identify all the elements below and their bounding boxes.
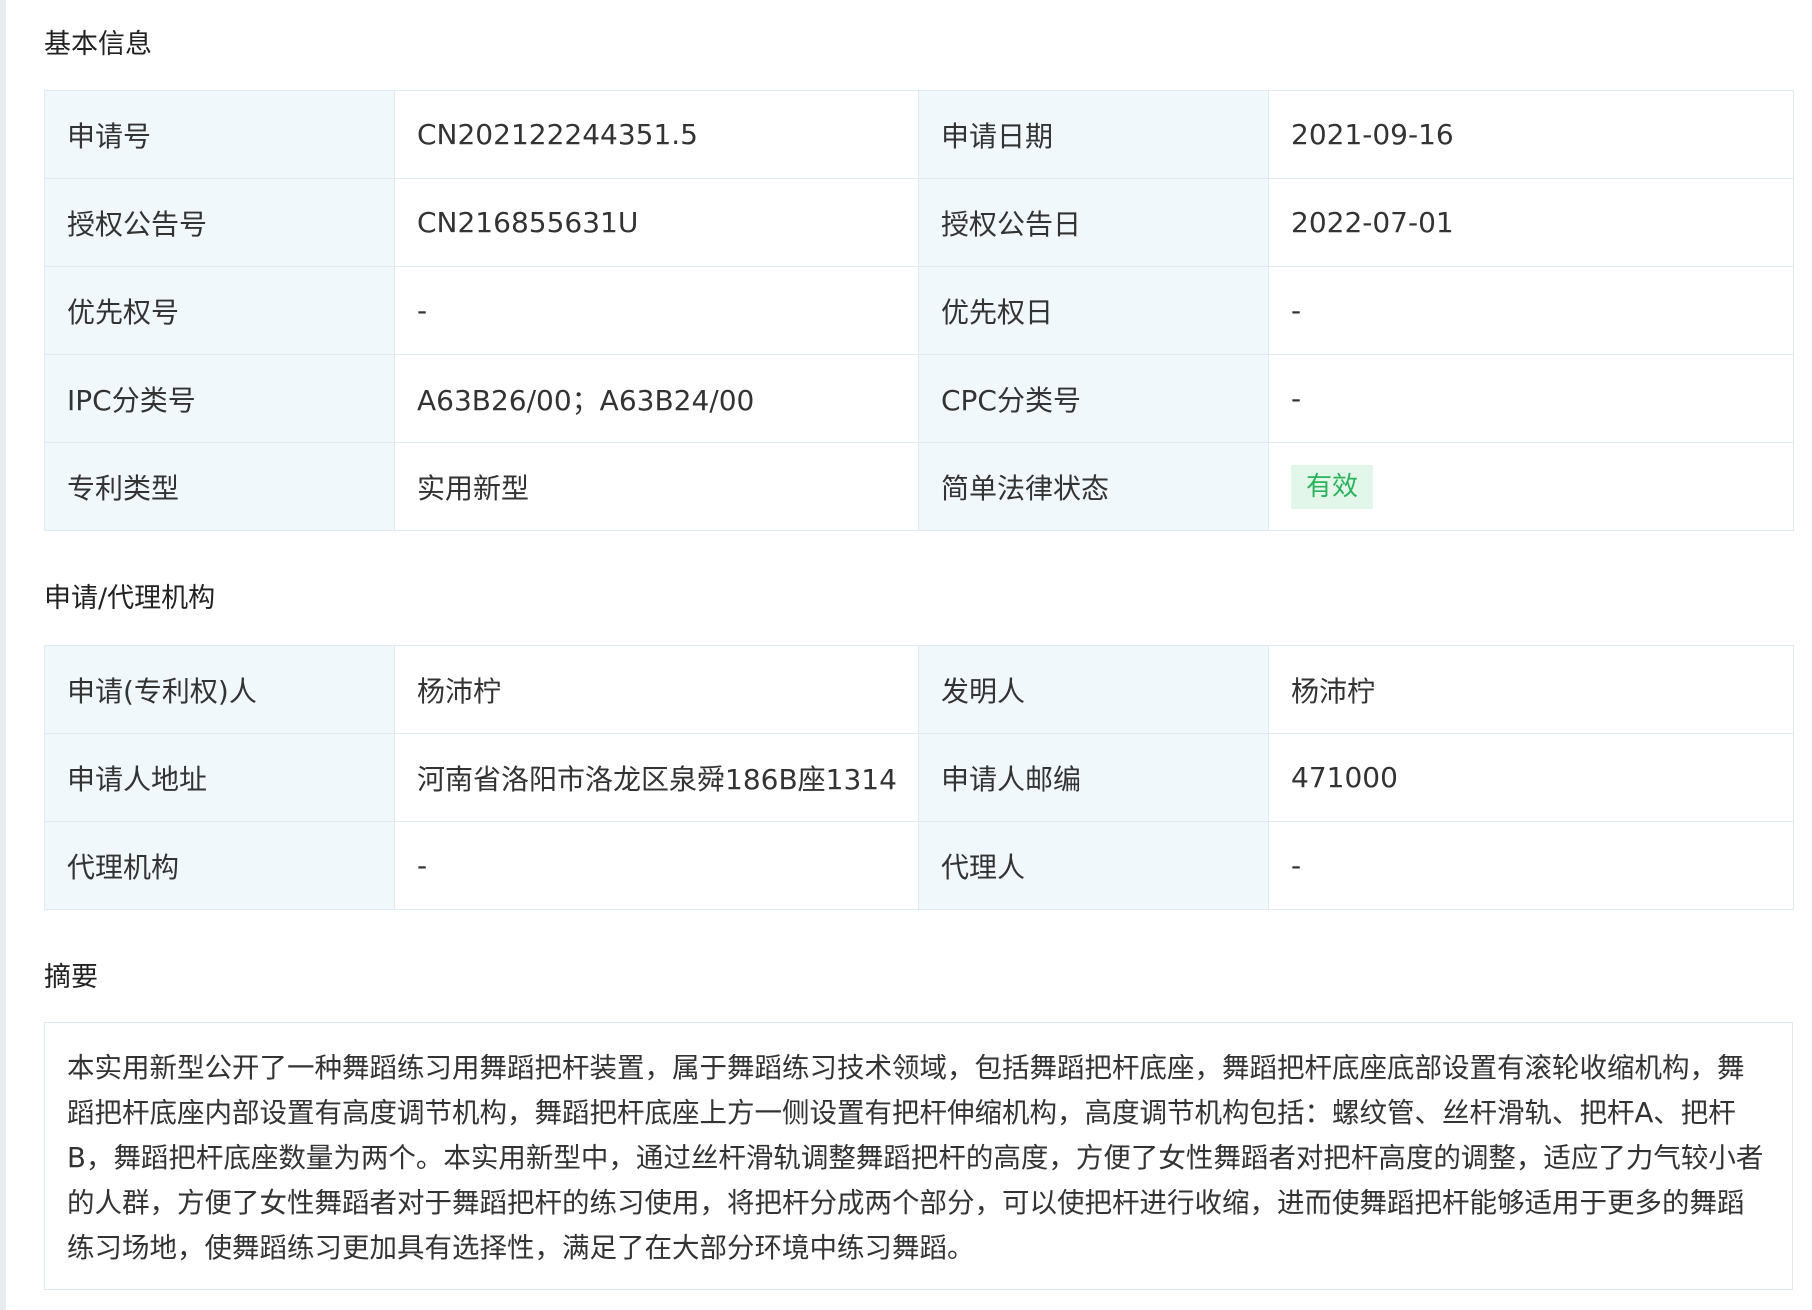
field-value: 河南省洛阳市洛龙区泉舜186B座1314 <box>394 733 919 822</box>
table-row: 申请人地址 河南省洛阳市洛龙区泉舜186B座1314 申请人邮编 471000 <box>44 733 1794 822</box>
field-value: 471000 <box>1268 733 1794 822</box>
field-label: 优先权日 <box>918 266 1269 355</box>
applicant-agency-table: 申请(专利权)人 杨沛柠 发明人 杨沛柠 申请人地址 河南省洛阳市洛龙区泉舜18… <box>44 645 1794 910</box>
field-label: 简单法律状态 <box>918 442 1269 531</box>
field-value: 实用新型 <box>394 442 919 531</box>
table-row: 专利类型 实用新型 简单法律状态 有效 <box>44 442 1794 531</box>
field-label: 申请人邮编 <box>918 733 1269 822</box>
field-value: - <box>1268 266 1794 355</box>
table-row: IPC分类号 A63B26/00；A63B24/00 CPC分类号 - <box>44 354 1794 443</box>
section-title-abstract: 摘要 <box>44 962 98 993</box>
field-label: 授权公告号 <box>44 178 395 267</box>
field-value: CN216855631U <box>394 178 919 267</box>
status-badge: 有效 <box>1291 464 1374 509</box>
section-title-applicant-agency: 申请/代理机构 <box>44 583 216 614</box>
field-value: CN202122244351.5 <box>394 90 919 179</box>
table-row: 授权公告号 CN216855631U 授权公告日 2022-07-01 <box>44 178 1794 267</box>
field-label: 申请日期 <box>918 90 1269 179</box>
basic-info-table: 申请号 CN202122244351.5 申请日期 2021-09-16 授权公… <box>44 90 1794 531</box>
field-value: - <box>1268 821 1794 910</box>
field-label: 授权公告日 <box>918 178 1269 267</box>
field-label: 发明人 <box>918 645 1269 734</box>
abstract-text: 本实用新型公开了一种舞蹈练习用舞蹈把杆装置，属于舞蹈练习技术领域，包括舞蹈把杆底… <box>44 1022 1793 1290</box>
field-label: 申请(专利权)人 <box>44 645 395 734</box>
field-value: - <box>1268 354 1794 443</box>
field-value: 2021-09-16 <box>1268 90 1794 179</box>
table-row: 代理机构 - 代理人 - <box>44 821 1794 910</box>
field-label: 代理人 <box>918 821 1269 910</box>
field-value: 杨沛柠 <box>1268 645 1794 734</box>
field-value: - <box>394 821 919 910</box>
field-value: 杨沛柠 <box>394 645 919 734</box>
field-label: 代理机构 <box>44 821 395 910</box>
table-row: 申请号 CN202122244351.5 申请日期 2021-09-16 <box>44 90 1794 179</box>
legal-status-cell: 有效 <box>1268 442 1794 531</box>
field-label: 优先权号 <box>44 266 395 355</box>
field-label: 专利类型 <box>44 442 395 531</box>
table-row: 优先权号 - 优先权日 - <box>44 266 1794 355</box>
field-value: - <box>394 266 919 355</box>
field-label: IPC分类号 <box>44 354 395 443</box>
patent-detail-page: 基本信息 申请号 CN202122244351.5 申请日期 2021-09-1… <box>0 0 1812 1310</box>
field-value: A63B26/00；A63B24/00 <box>394 354 919 443</box>
section-title-basic-info: 基本信息 <box>44 29 152 60</box>
field-label: 申请人地址 <box>44 733 395 822</box>
field-label: CPC分类号 <box>918 354 1269 443</box>
table-row: 申请(专利权)人 杨沛柠 发明人 杨沛柠 <box>44 645 1794 734</box>
field-value: 2022-07-01 <box>1268 178 1794 267</box>
field-label: 申请号 <box>44 90 395 179</box>
